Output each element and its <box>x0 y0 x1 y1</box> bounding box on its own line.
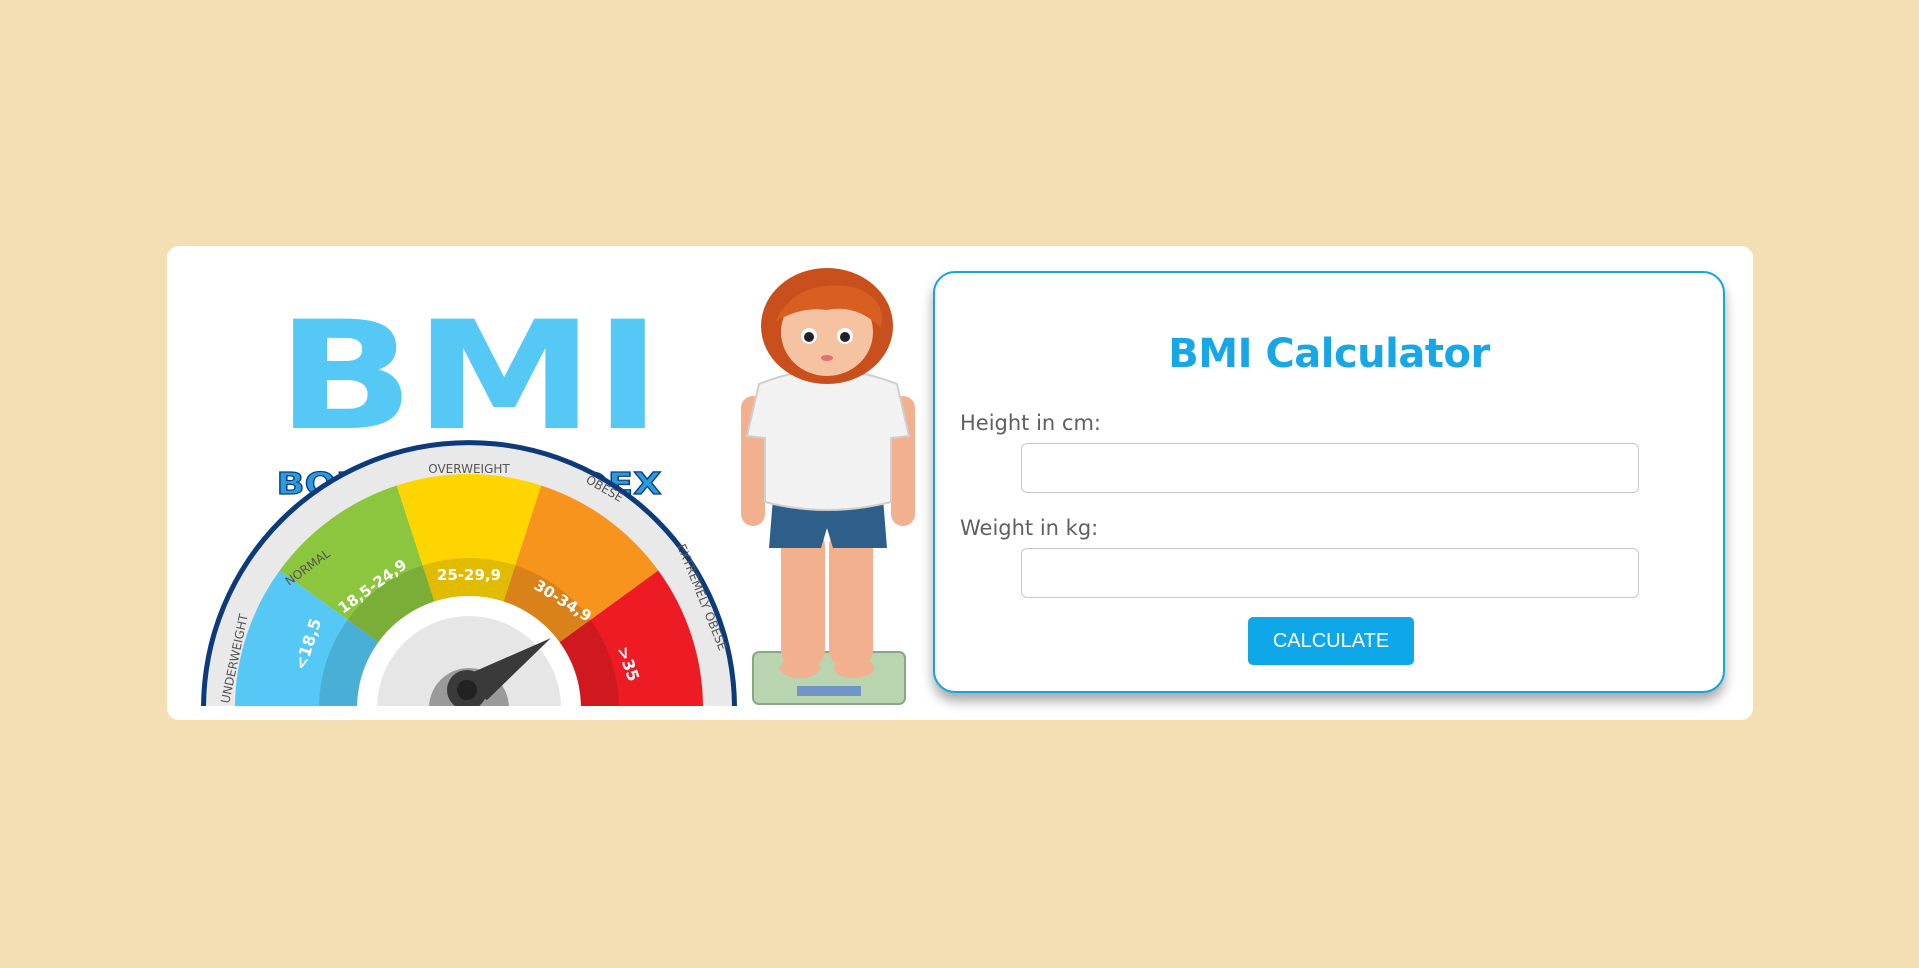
bmi-logo-title: BMI <box>277 290 662 464</box>
height-label: Height in cm: <box>960 411 1101 435</box>
gauge-range-overweight: 25-29,9 <box>437 566 501 584</box>
weight-input[interactable] <box>1021 548 1639 598</box>
bmi-illustration: BMI BODY MASS INDEX <18,5 <box>201 268 915 706</box>
weight-label: Weight in kg: <box>960 516 1099 540</box>
calculate-button[interactable]: CALCULATE <box>1248 617 1414 665</box>
height-input[interactable] <box>1021 443 1639 493</box>
form-title: BMI Calculator <box>1168 331 1490 377</box>
bmi-form-panel: BMI Calculator Height in cm: Weight in k… <box>933 271 1725 693</box>
gauge-label-overweight: OVERWEIGHT <box>428 462 510 476</box>
bmi-card: BMI BODY MASS INDEX <18,5 <box>167 246 1753 720</box>
person-on-scale-image <box>741 268 915 705</box>
